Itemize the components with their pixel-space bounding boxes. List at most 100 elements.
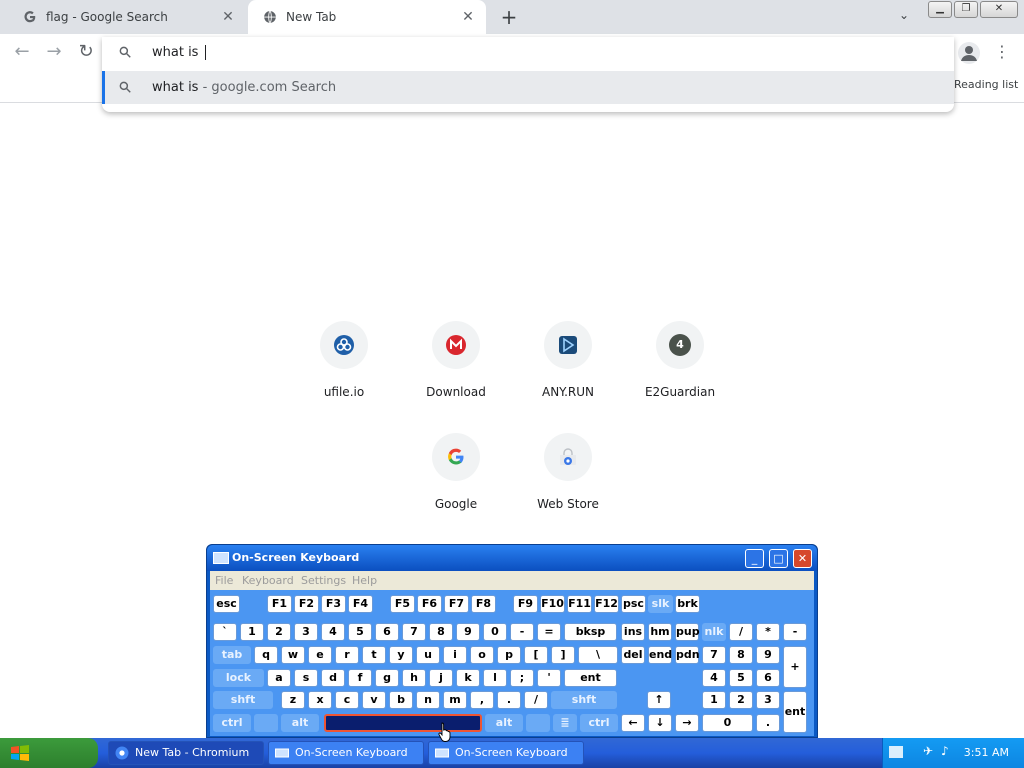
key-m[interactable]: m [443, 691, 467, 709]
key-F2[interactable]: F2 [294, 595, 319, 613]
key-numpad-dot[interactable]: . [756, 714, 780, 732]
restore-button[interactable]: ❐ [954, 1, 978, 18]
key-=[interactable]: = [537, 623, 561, 641]
key-3[interactable]: 3 [294, 623, 318, 641]
key-hm[interactable]: hm [648, 623, 672, 641]
network-tray-icon[interactable]: ✈ [923, 744, 933, 758]
tab-new-tab[interactable]: New Tab ✕ [248, 0, 486, 34]
key-4[interactable]: 4 [702, 669, 726, 687]
keyboard-tray-icon[interactable] [889, 746, 903, 758]
key-c[interactable]: c [335, 691, 359, 709]
key-9[interactable]: 9 [756, 646, 780, 664]
key-5[interactable]: 5 [348, 623, 372, 641]
key-F12[interactable]: F12 [594, 595, 619, 613]
key-x[interactable]: x [308, 691, 332, 709]
key-F3[interactable]: F3 [321, 595, 346, 613]
key-F10[interactable]: F10 [540, 595, 565, 613]
key-z[interactable]: z [281, 691, 305, 709]
forward-arrow-icon[interactable]: → [44, 42, 64, 62]
menu-dots-icon[interactable]: ⋮ [994, 42, 1010, 62]
key-'[interactable]: ' [537, 669, 561, 687]
shortcut-google[interactable]: Google [400, 433, 512, 511]
osk-maximize-button[interactable]: □ [769, 549, 788, 568]
key-F1[interactable]: F1 [267, 595, 292, 613]
menu-keyboard[interactable]: Keyboard [242, 574, 294, 587]
key-6[interactable]: 6 [756, 669, 780, 687]
key-lock[interactable]: lock [213, 669, 264, 687]
windows-key-icon[interactable] [254, 714, 278, 732]
key-n[interactable]: n [416, 691, 440, 709]
minimize-button[interactable]: ▁ [928, 1, 952, 18]
key-F4[interactable]: F4 [348, 595, 373, 613]
key-h[interactable]: h [402, 669, 426, 687]
key-F7[interactable]: F7 [444, 595, 469, 613]
profile-avatar-icon[interactable] [958, 42, 980, 64]
key-left-ctrl[interactable]: ctrl [213, 714, 251, 732]
key-b[interactable]: b [389, 691, 413, 709]
key-left-arrow[interactable]: ← [621, 714, 645, 732]
key-slk[interactable]: slk [648, 595, 673, 613]
menu-key-icon[interactable]: ≣ [553, 714, 577, 732]
key-o[interactable]: o [470, 646, 494, 664]
key-6[interactable]: 6 [375, 623, 399, 641]
key-2[interactable]: 2 [729, 691, 753, 709]
key-F9[interactable]: F9 [513, 595, 538, 613]
key-[[interactable]: [ [524, 646, 548, 664]
key-numpad-minus[interactable]: - [783, 623, 807, 641]
key-7[interactable]: 7 [702, 646, 726, 664]
key-`[interactable]: ` [213, 623, 237, 641]
key-p[interactable]: p [497, 646, 521, 664]
key-1[interactable]: 1 [240, 623, 264, 641]
close-tab-icon[interactable]: ✕ [220, 9, 236, 25]
key-right-alt[interactable]: alt [485, 714, 523, 732]
key-y[interactable]: y [389, 646, 413, 664]
osk-minimize-button[interactable]: _ [745, 549, 764, 568]
key-pdn[interactable]: pdn [675, 646, 700, 664]
key-g[interactable]: g [375, 669, 399, 687]
new-tab-button[interactable]: + [498, 6, 520, 28]
spacebar-key[interactable] [324, 714, 482, 732]
key-right-arrow[interactable]: → [675, 714, 699, 732]
key-tab[interactable]: tab [213, 646, 251, 664]
key-*[interactable]: * [756, 623, 780, 641]
key-\[interactable]: \ [578, 646, 618, 664]
close-tab-icon[interactable]: ✕ [460, 9, 476, 25]
taskbar-item-osk-1[interactable]: On-Screen Keyboard [268, 741, 424, 765]
key-end[interactable]: end [648, 646, 672, 664]
osk-titlebar[interactable]: On-Screen Keyboard _ □ ✕ [207, 545, 817, 571]
tab-flag-google-search[interactable]: flag - Google Search ✕ [8, 0, 246, 34]
key-right-shift[interactable]: shft [551, 691, 617, 709]
omnibox-suggestion[interactable]: what is - google.com Search [102, 71, 954, 104]
key-,[interactable]: , [470, 691, 494, 709]
shortcut-ufile[interactable]: ufile.io [288, 321, 400, 399]
tab-search-chevron-icon[interactable]: ⌄ [894, 8, 914, 26]
key-v[interactable]: v [362, 691, 386, 709]
key-w[interactable]: w [281, 646, 305, 664]
key-↑[interactable]: ↑ [647, 691, 671, 709]
key-1[interactable]: 1 [702, 691, 726, 709]
key-F11[interactable]: F11 [567, 595, 592, 613]
key-e[interactable]: e [308, 646, 332, 664]
shortcut-e2guardian[interactable]: 4 E2Guardian [624, 321, 736, 399]
shortcut-anyrun[interactable]: ANY.RUN [512, 321, 624, 399]
key-pup[interactable]: pup [675, 623, 700, 641]
key-down-arrow[interactable]: ↓ [648, 714, 672, 732]
key-bksp[interactable]: bksp [564, 623, 617, 641]
key-ins[interactable]: ins [621, 623, 645, 641]
key-a[interactable]: a [267, 669, 291, 687]
key-ent[interactable]: ent [564, 669, 617, 687]
reload-icon[interactable]: ↻ [76, 42, 96, 62]
omnibox[interactable]: what is [102, 37, 954, 70]
key-j[interactable]: j [429, 669, 453, 687]
key-shft[interactable]: shft [213, 691, 273, 709]
key-nlk[interactable]: nlk [702, 623, 726, 641]
key-][interactable]: ] [551, 646, 575, 664]
key-brk[interactable]: brk [675, 595, 700, 613]
key-f[interactable]: f [348, 669, 372, 687]
key-left-alt[interactable]: alt [281, 714, 319, 732]
volume-tray-icon[interactable]: ♪ [941, 744, 949, 758]
key-F6[interactable]: F6 [417, 595, 442, 613]
menu-help[interactable]: Help [352, 574, 377, 587]
windows-key-icon[interactable] [526, 714, 550, 732]
key-/[interactable]: / [524, 691, 548, 709]
